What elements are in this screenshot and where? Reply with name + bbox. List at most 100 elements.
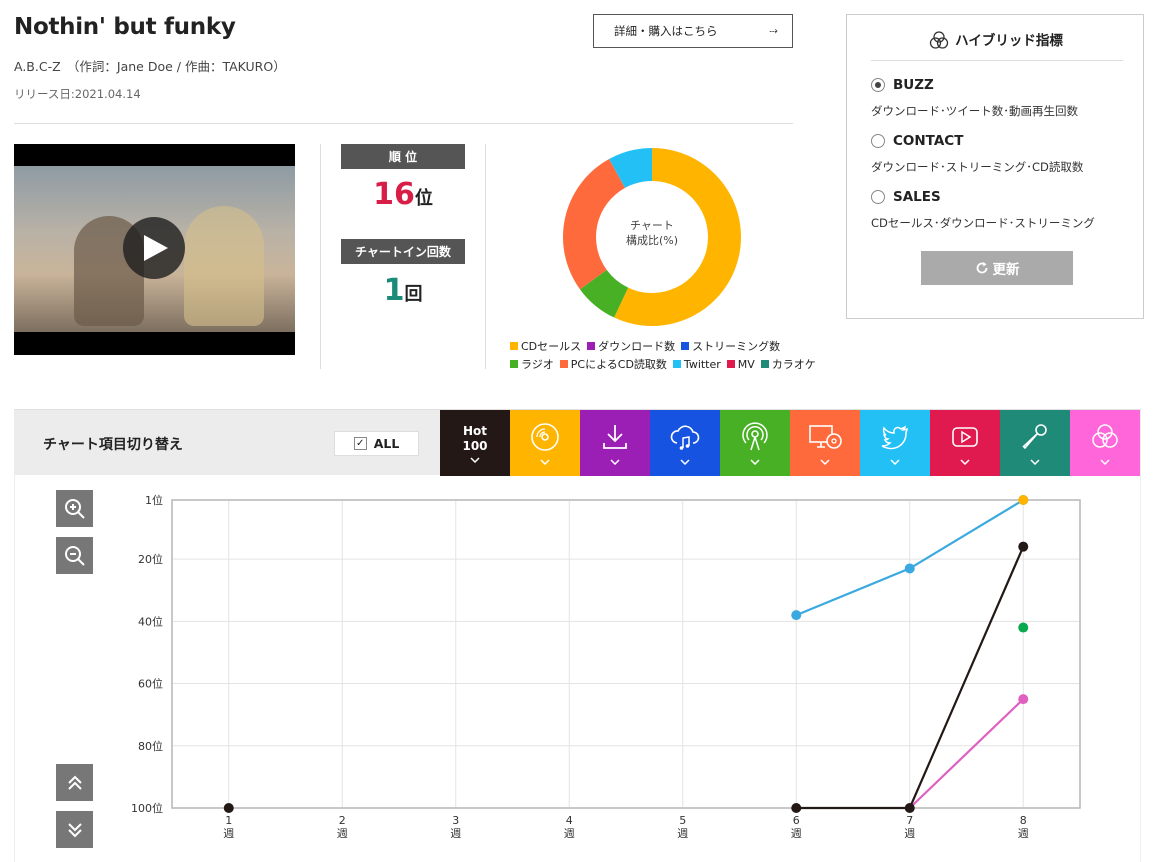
chevron-down-icon <box>1100 459 1110 465</box>
series-point-0[interactable] <box>1018 541 1029 552</box>
all-label: ALL <box>373 436 400 451</box>
legend-label: CDセールス <box>521 340 582 353</box>
hybrid-indicator-panel: ハイブリッド指標 BUZZ ダウンロード･ツイート数･動画再生回数 CONTAC… <box>846 14 1144 319</box>
tab-hot100[interactable]: Hot 100 <box>440 410 510 476</box>
x-tick-label: 週 <box>1018 827 1029 840</box>
x-tick-label: 5 <box>679 814 686 827</box>
hybrid-title-text: ハイブリッド指標 <box>955 33 1063 49</box>
chartin-label: チャートイン回数 <box>341 239 465 264</box>
cloud-music-icon <box>670 425 700 450</box>
refresh-button[interactable]: 更新 <box>921 251 1073 285</box>
legend-label: カラオケ <box>771 358 816 371</box>
refresh-icon <box>976 262 987 274</box>
series-point-3[interactable] <box>1018 495 1029 505</box>
series-point-1[interactable] <box>791 610 802 621</box>
double-chevron-up-icon <box>67 775 82 790</box>
option-sales[interactable]: SALES <box>871 189 941 205</box>
tab-hybrid[interactable] <box>1070 410 1140 476</box>
play-video-icon <box>952 427 978 447</box>
plot-frame <box>171 499 1081 809</box>
zoom-in-icon <box>64 498 85 519</box>
x-tick-label: 週 <box>337 827 348 840</box>
zoom-in-button[interactable] <box>56 490 93 527</box>
legend-row: ラジオ PCによるCD読取数 Twitter MV カラオケ <box>510 356 830 374</box>
microphone-icon <box>1022 424 1047 450</box>
legend-label: ラジオ <box>521 358 554 371</box>
tab-hot100-line1: Hot <box>462 423 488 438</box>
tab-mv[interactable] <box>930 410 1000 476</box>
radio-broadcast-icon <box>742 422 768 451</box>
rank-unit: 位 <box>414 188 433 209</box>
option-contact-label: CONTACT <box>893 133 964 149</box>
legend-swatch <box>672 360 681 368</box>
video-figure <box>184 206 264 326</box>
chevron-down-icon <box>890 459 900 465</box>
scroll-down-button[interactable] <box>56 811 93 848</box>
chevron-down-icon <box>820 459 830 465</box>
x-tick-label: 8 <box>1020 814 1027 827</box>
pc-cd-icon <box>809 425 842 449</box>
series-point-0[interactable] <box>223 803 234 813</box>
donut-center-line1: チャート <box>630 219 674 232</box>
chevron-down-icon <box>750 459 760 465</box>
x-tick-label: 週 <box>791 827 802 840</box>
legend-swatch <box>510 360 518 368</box>
legend-item: Twitter <box>672 356 721 374</box>
series-point-2[interactable] <box>1018 694 1029 705</box>
series-point-1[interactable] <box>904 563 915 574</box>
series-point-0[interactable] <box>904 803 915 813</box>
divider <box>485 144 486 369</box>
option-buzz-desc: ダウンロード･ツイート数･動画再生回数 <box>871 104 1078 118</box>
series-point-0[interactable] <box>791 803 802 813</box>
y-tick-label: 80位 <box>138 739 163 753</box>
hybrid-icon <box>1092 424 1118 448</box>
donut-center-line2: 構成比(%) <box>625 234 679 247</box>
hybrid-icon <box>929 31 949 49</box>
legend-row: CDセールス ダウンロード数 ストリーミング数 <box>510 338 830 356</box>
composition-legend: CDセールス ダウンロード数 ストリーミング数 ラジオ PCによるCD読取数 Twitte… <box>510 338 830 374</box>
play-icon[interactable] <box>123 217 185 279</box>
chartin-value: 1回 <box>341 273 465 308</box>
legend-swatch <box>587 342 596 350</box>
tab-cd-sales[interactable] <box>510 410 580 476</box>
x-tick-label: 週 <box>677 827 688 840</box>
option-buzz-label: BUZZ <box>893 77 934 93</box>
hybrid-title: ハイブリッド指標 <box>847 29 1145 49</box>
chevron-down-icon <box>610 459 620 465</box>
legend-item: PCによるCD読取数 <box>559 356 667 374</box>
legend-label: ダウンロード数 <box>598 340 676 353</box>
option-buzz[interactable]: BUZZ <box>871 77 934 93</box>
song-title: Nothin' but funky <box>14 14 236 40</box>
tab-download[interactable] <box>580 410 650 476</box>
detail-purchase-label: 詳細・購入はこちら <box>614 24 718 38</box>
tab-karaoke[interactable] <box>1000 410 1070 476</box>
series-point-4[interactable] <box>1018 622 1029 633</box>
detail-purchase-button[interactable]: 詳細・購入はこちら ⤑ <box>593 14 793 48</box>
donut-center-label: チャート 構成比(%) <box>602 218 702 248</box>
radio-buzz[interactable] <box>871 78 885 92</box>
option-sales-desc: CDセールス･ダウンロード･ストリーミング <box>871 216 1095 230</box>
twitter-icon <box>881 425 908 450</box>
x-tick-label: 2 <box>339 814 346 827</box>
x-tick-label: 週 <box>904 827 915 840</box>
tab-pc-cd-read[interactable] <box>790 410 860 476</box>
option-contact[interactable]: CONTACT <box>871 133 963 149</box>
tab-radio[interactable] <box>720 410 790 476</box>
y-tick-label: 100位 <box>131 801 163 815</box>
tab-streaming[interactable] <box>650 410 720 476</box>
x-tick-label: 3 <box>452 814 459 827</box>
radio-sales[interactable] <box>871 190 885 204</box>
tab-twitter[interactable] <box>860 410 930 476</box>
zoom-out-button[interactable] <box>56 537 93 574</box>
x-tick-label: 7 <box>906 814 913 827</box>
y-tick-label: 60位 <box>138 677 163 691</box>
rank-history-chart: 1位20位40位60位80位100位1週2週3週4週5週6週7週8週 <box>131 493 1081 840</box>
rank-value: 16位 <box>341 177 465 212</box>
video-thumbnail[interactable] <box>14 144 295 355</box>
radio-contact[interactable] <box>871 134 885 148</box>
all-toggle[interactable]: ✓ ALL <box>334 431 419 456</box>
legend-swatch <box>760 360 769 368</box>
scroll-up-button[interactable] <box>56 764 93 801</box>
zoom-out-icon <box>64 545 85 566</box>
x-tick-label: 6 <box>793 814 800 827</box>
